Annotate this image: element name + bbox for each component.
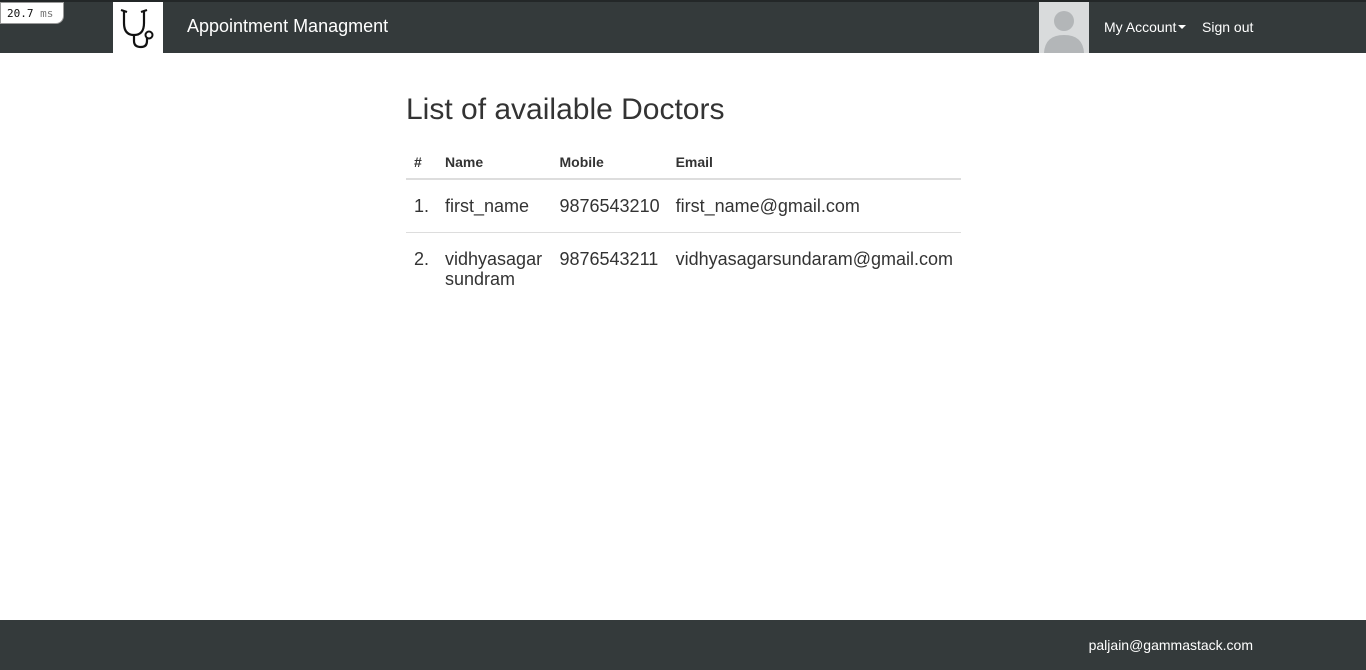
cell-name: vidhyasagar sundram xyxy=(437,232,552,305)
footer-email: paljain@gammastack.com xyxy=(1088,637,1253,653)
app-title[interactable]: Appointment Managment xyxy=(187,16,388,37)
stethoscope-icon xyxy=(120,8,154,48)
user-avatar[interactable] xyxy=(1039,2,1089,53)
my-account-dropdown[interactable]: My Account xyxy=(1104,19,1187,35)
performance-badge: 20.7 ms xyxy=(0,2,64,24)
logo[interactable] xyxy=(113,2,163,53)
cell-mobile: 9876543210 xyxy=(559,196,660,216)
perf-unit: ms xyxy=(40,7,54,20)
column-header-email: Email xyxy=(667,146,961,180)
column-header-mobile: Mobile xyxy=(551,146,668,180)
cell-email: first_name@gmail.com xyxy=(675,196,860,216)
top-navbar: Appointment Managment My Account Sign ou… xyxy=(0,0,1366,53)
page-title: List of available Doctors xyxy=(406,93,725,126)
table-row: 1. first_name 9876543210 first_name@gmai… xyxy=(406,179,961,233)
doctors-table: # Name Mobile Email 1. first_name 987654… xyxy=(406,146,961,305)
caret-down-icon xyxy=(1178,25,1187,30)
cell-index: 2. xyxy=(406,232,438,305)
column-header-number: # xyxy=(406,146,438,180)
main-content: List of available Doctors # Name Mobile … xyxy=(406,88,961,305)
cell-mobile: 9876543211 xyxy=(551,232,668,305)
perf-value: 20.7 xyxy=(7,7,34,20)
sign-out-link[interactable]: Sign out xyxy=(1202,19,1253,35)
cell-email: vidhyasagarsundaram@gmail.com xyxy=(667,232,961,305)
user-avatar-icon xyxy=(1044,11,1084,53)
my-account-label: My Account xyxy=(1104,19,1177,35)
footer: paljain@gammastack.com xyxy=(0,620,1366,670)
table-header-row: # Name Mobile Email xyxy=(406,146,961,180)
cell-name: first_name xyxy=(445,196,530,216)
table-row: 2. vidhyasagar sundram 9876543211 vidhya… xyxy=(406,232,961,305)
column-header-name: Name xyxy=(437,146,552,180)
cell-index: 1. xyxy=(414,196,430,216)
